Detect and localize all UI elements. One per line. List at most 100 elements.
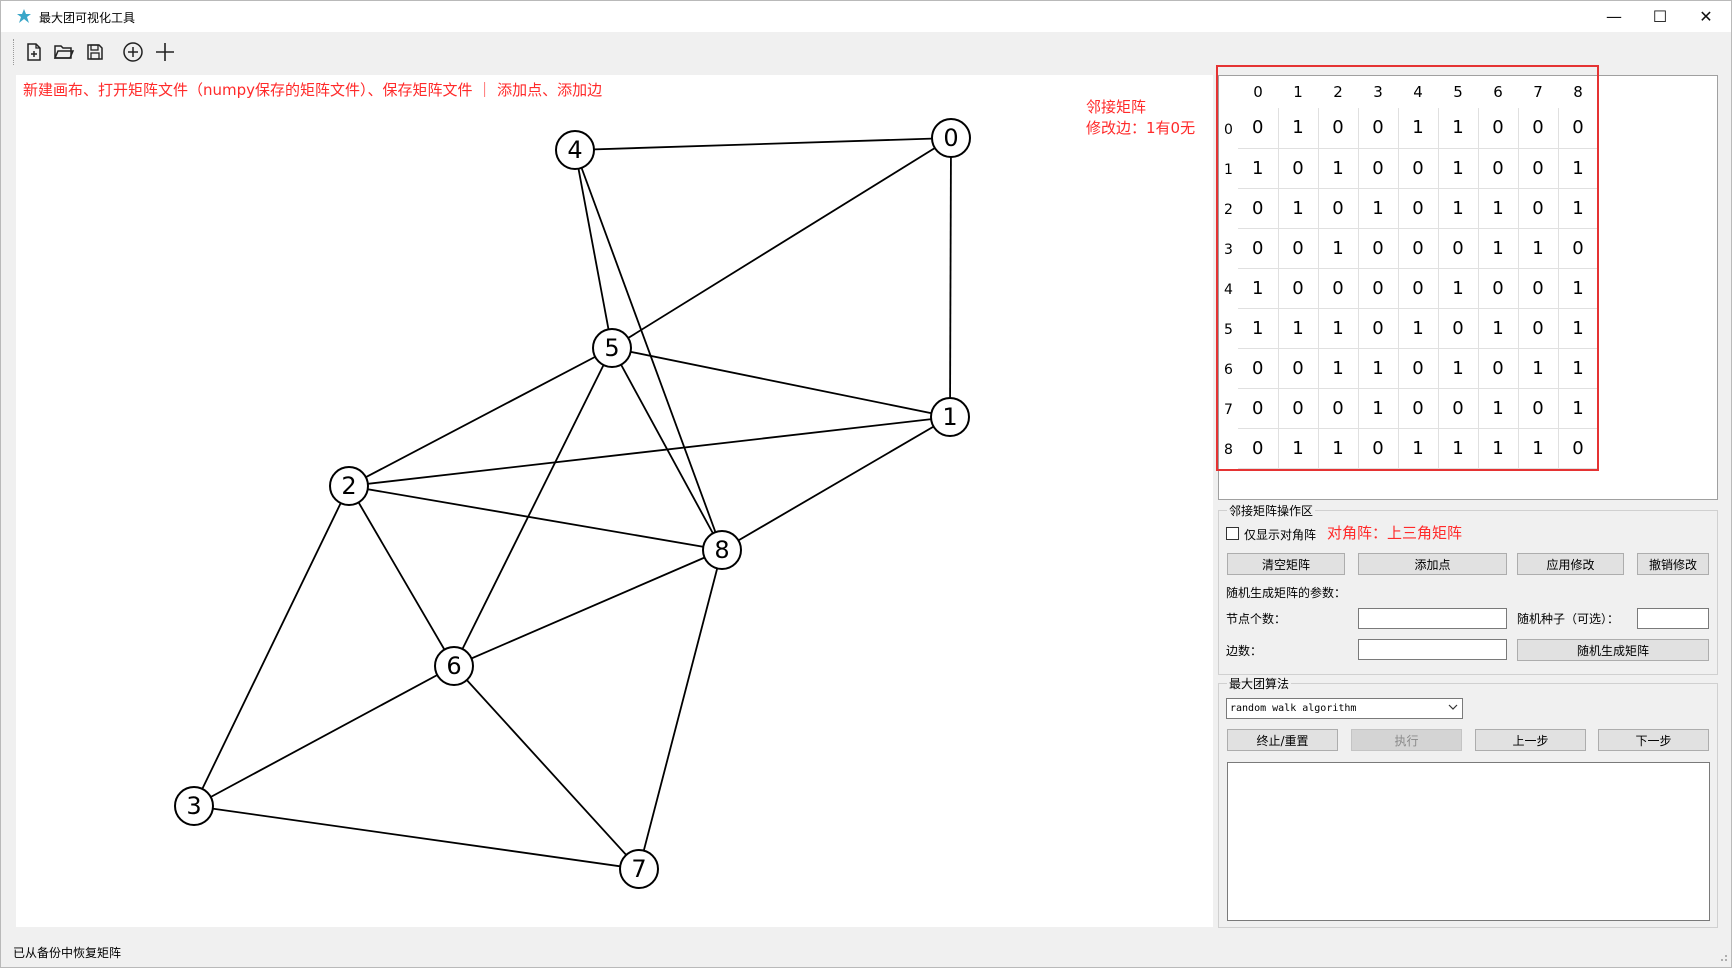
- matrix-cell[interactable]: 0: [1438, 388, 1479, 429]
- matrix-column-header[interactable]: 1: [1278, 76, 1318, 108]
- matrix-cell[interactable]: 0: [1478, 108, 1519, 149]
- add-edge-button[interactable]: [151, 38, 179, 66]
- algorithm-output-box[interactable]: [1227, 762, 1710, 921]
- matrix-cell[interactable]: 1: [1438, 268, 1479, 309]
- matrix-cell[interactable]: 0: [1238, 108, 1279, 149]
- matrix-cell[interactable]: 0: [1238, 348, 1279, 389]
- matrix-cell[interactable]: 0: [1358, 148, 1399, 189]
- matrix-cell[interactable]: 0: [1558, 108, 1599, 149]
- adjacency-matrix-table[interactable]: 0123456780010011000110100100120101011013…: [1219, 76, 1599, 469]
- matrix-row-header[interactable]: 4: [1219, 268, 1238, 308]
- matrix-cell[interactable]: 0: [1398, 188, 1439, 229]
- matrix-cell[interactable]: 0: [1238, 428, 1279, 469]
- edge-0-1[interactable]: [949, 137, 952, 418]
- matrix-cell[interactable]: 1: [1558, 268, 1599, 309]
- matrix-cell[interactable]: 1: [1438, 348, 1479, 389]
- matrix-column-header[interactable]: 5: [1438, 76, 1478, 108]
- matrix-cell[interactable]: 1: [1278, 108, 1319, 149]
- graph-node-5[interactable]: 5: [592, 328, 632, 368]
- graph-drawing[interactable]: 0 1 2 3 4 5 6 7 8: [16, 75, 1213, 927]
- matrix-cell[interactable]: 1: [1318, 348, 1359, 389]
- edge-0-5[interactable]: [611, 137, 952, 349]
- matrix-cell[interactable]: 1: [1438, 188, 1479, 229]
- edge-2-8[interactable]: [348, 485, 723, 551]
- new-file-button[interactable]: [20, 38, 48, 66]
- apply-changes-button[interactable]: 应用修改: [1517, 553, 1624, 575]
- matrix-column-header[interactable]: 4: [1398, 76, 1438, 108]
- matrix-cell[interactable]: 1: [1558, 348, 1599, 389]
- matrix-cell[interactable]: 1: [1238, 148, 1279, 189]
- graph-node-0[interactable]: 0: [931, 118, 971, 158]
- matrix-cell[interactable]: 0: [1398, 148, 1439, 189]
- matrix-cell[interactable]: 0: [1358, 308, 1399, 349]
- matrix-cell[interactable]: 1: [1558, 388, 1599, 429]
- matrix-cell[interactable]: 0: [1518, 308, 1559, 349]
- matrix-cell[interactable]: 1: [1358, 188, 1399, 229]
- edge-2-3[interactable]: [193, 485, 350, 807]
- matrix-cell[interactable]: 0: [1358, 268, 1399, 309]
- execute-button[interactable]: 执行: [1351, 729, 1462, 751]
- matrix-cell[interactable]: 1: [1238, 308, 1279, 349]
- edge-0-4[interactable]: [574, 137, 952, 151]
- matrix-column-header[interactable]: 7: [1518, 76, 1558, 108]
- matrix-column-header[interactable]: 6: [1478, 76, 1518, 108]
- graph-node-6[interactable]: 6: [434, 646, 474, 686]
- next-step-button[interactable]: 下一步: [1598, 729, 1709, 751]
- matrix-row-header[interactable]: 5: [1219, 308, 1238, 348]
- matrix-cell[interactable]: 1: [1278, 308, 1319, 349]
- graph-canvas[interactable]: 新建画布、打开矩阵文件（numpy保存的矩阵文件）、保存矩阵文件 ｜ 添加点、添…: [16, 75, 1213, 927]
- edge-7-8[interactable]: [638, 549, 723, 870]
- add-node-button[interactable]: [119, 38, 147, 66]
- edge-1-2[interactable]: [348, 416, 951, 487]
- edge-5-6[interactable]: [453, 347, 613, 667]
- adjacency-matrix-panel[interactable]: 0123456780010011000110100100120101011013…: [1218, 75, 1718, 500]
- matrix-cell[interactable]: 1: [1478, 388, 1519, 429]
- maximize-button[interactable]: ☐: [1637, 1, 1683, 32]
- edge-5-8[interactable]: [611, 347, 723, 551]
- matrix-cell[interactable]: 1: [1558, 148, 1599, 189]
- matrix-row-header[interactable]: 2: [1219, 188, 1238, 228]
- open-file-button[interactable]: [50, 38, 78, 66]
- matrix-column-header[interactable]: 2: [1318, 76, 1358, 108]
- matrix-cell[interactable]: 0: [1518, 188, 1559, 229]
- matrix-row-header[interactable]: 6: [1219, 348, 1238, 388]
- edge-count-input[interactable]: [1358, 639, 1507, 660]
- matrix-cell[interactable]: 0: [1278, 268, 1319, 309]
- matrix-cell[interactable]: 0: [1318, 108, 1359, 149]
- matrix-cell[interactable]: 0: [1398, 268, 1439, 309]
- matrix-cell[interactable]: 0: [1318, 268, 1359, 309]
- matrix-cell[interactable]: 1: [1558, 308, 1599, 349]
- matrix-cell[interactable]: 1: [1318, 148, 1359, 189]
- matrix-cell[interactable]: 0: [1238, 188, 1279, 229]
- node-count-input[interactable]: [1358, 608, 1507, 629]
- random-seed-input[interactable]: [1637, 608, 1709, 629]
- matrix-cell[interactable]: 0: [1438, 308, 1479, 349]
- matrix-cell[interactable]: 0: [1518, 108, 1559, 149]
- matrix-cell[interactable]: 1: [1438, 428, 1479, 469]
- prev-step-button[interactable]: 上一步: [1475, 729, 1586, 751]
- graph-node-2[interactable]: 2: [329, 466, 369, 506]
- add-node-matrix-button[interactable]: 添加点: [1358, 553, 1507, 575]
- matrix-cell[interactable]: 1: [1358, 348, 1399, 389]
- undo-changes-button[interactable]: 撤销修改: [1637, 553, 1709, 575]
- matrix-row-header[interactable]: 3: [1219, 228, 1238, 268]
- only-diagonal-checkbox[interactable]: [1226, 527, 1239, 540]
- graph-node-3[interactable]: 3: [174, 786, 214, 826]
- matrix-cell[interactable]: 1: [1518, 228, 1559, 269]
- matrix-row-header[interactable]: 8: [1219, 428, 1238, 468]
- matrix-cell[interactable]: 1: [1438, 108, 1479, 149]
- edge-4-5[interactable]: [574, 149, 613, 349]
- matrix-cell[interactable]: 0: [1238, 228, 1279, 269]
- matrix-cell[interactable]: 0: [1278, 228, 1319, 269]
- edge-1-5[interactable]: [611, 347, 951, 418]
- graph-node-1[interactable]: 1: [930, 397, 970, 437]
- matrix-cell[interactable]: 0: [1318, 388, 1359, 429]
- algorithm-select[interactable]: random walk algorithm: [1226, 698, 1463, 719]
- matrix-cell[interactable]: 0: [1358, 428, 1399, 469]
- matrix-cell[interactable]: 1: [1238, 268, 1279, 309]
- matrix-cell[interactable]: 0: [1278, 388, 1319, 429]
- matrix-cell[interactable]: 1: [1438, 148, 1479, 189]
- matrix-cell[interactable]: 1: [1478, 428, 1519, 469]
- matrix-cell[interactable]: 1: [1518, 428, 1559, 469]
- matrix-cell[interactable]: 0: [1278, 148, 1319, 189]
